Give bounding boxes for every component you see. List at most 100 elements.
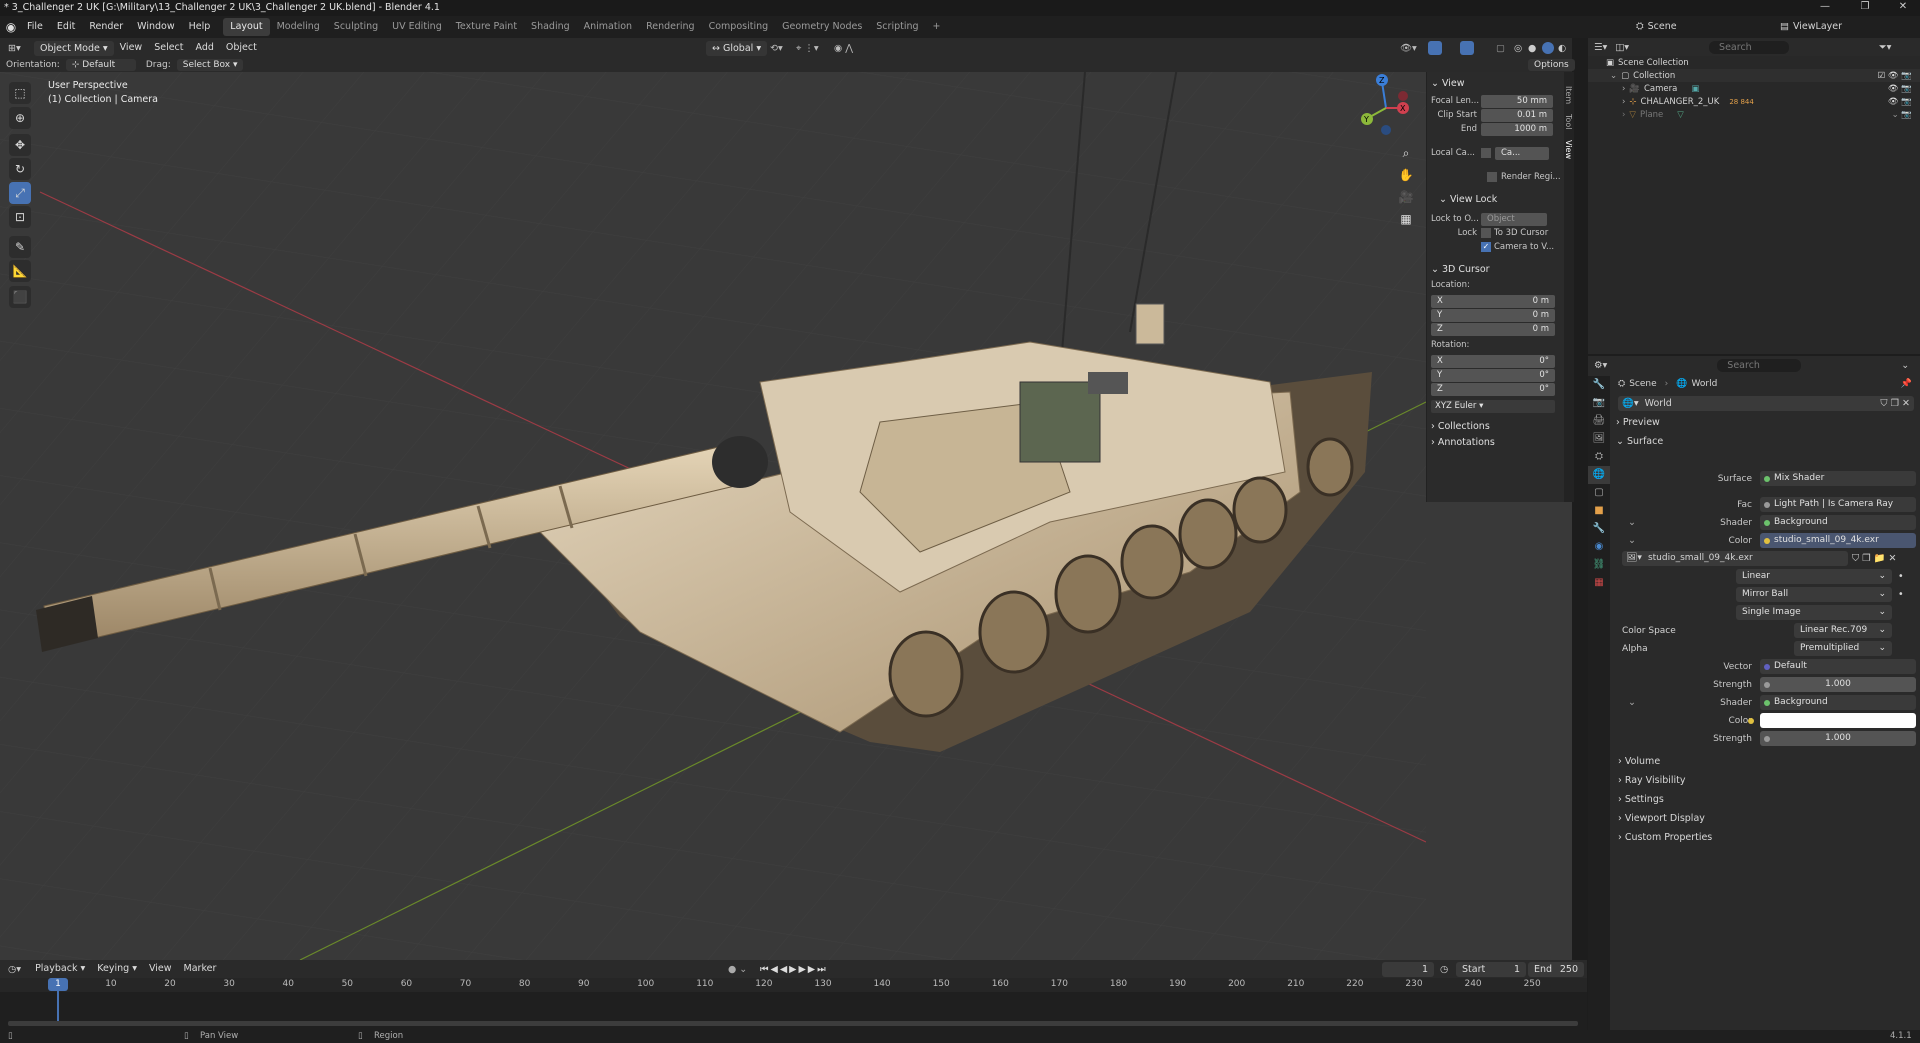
playback-controls[interactable]: ⏮◀◀▶▶▶⏭ xyxy=(760,964,828,975)
custom-properties-panel-header[interactable]: › Custom Properties xyxy=(1612,829,1912,847)
cursor-rot-z-field[interactable]: Z 0° xyxy=(1431,382,1555,396)
pivot-icon[interactable]: ⟲▾ xyxy=(770,43,783,54)
shader2-field[interactable]: Background xyxy=(1760,695,1916,710)
display-mode-icon[interactable]: ◫▾ xyxy=(1615,42,1629,53)
volume-panel-header[interactable]: › Volume xyxy=(1612,753,1912,771)
projection-dropdown[interactable]: Mirror Ball ⌄ xyxy=(1736,587,1892,602)
menu-window[interactable]: Window xyxy=(130,16,181,38)
menu-object[interactable]: Object xyxy=(220,40,263,56)
menu-edit[interactable]: Edit xyxy=(50,16,82,38)
tab-modeling[interactable]: Modeling xyxy=(270,18,327,36)
color-space-dropdown[interactable]: Linear Rec.709 ⌄ xyxy=(1794,623,1892,638)
camera-visibility-icons[interactable]: 👁 📷 xyxy=(1888,84,1912,94)
outliner-item-camera[interactable]: › 🎥 Camera ▣ 👁 📷 xyxy=(1588,82,1920,95)
orientation-dropdown[interactable]: ⊹ Default xyxy=(65,59,136,71)
viewport-canvas[interactable] xyxy=(0,72,1426,960)
world-datablock-actions[interactable]: ⛉ ❐ ✕ xyxy=(1880,398,1910,409)
lock-to-cursor-checkbox[interactable] xyxy=(1481,228,1491,238)
rendered-shading-icon[interactable]: ◐ xyxy=(1558,43,1566,54)
focal-length-field[interactable]: 50 mm xyxy=(1481,94,1553,108)
tab-sculpting[interactable]: Sculpting xyxy=(327,18,385,36)
fac-field[interactable]: Light Path | Is Camera Ray xyxy=(1760,497,1916,512)
constraints-tab-icon[interactable]: ⛓ xyxy=(1588,556,1610,574)
snap-icon[interactable]: ⌖ ⋮▾ xyxy=(796,43,819,54)
3d-cursor-header[interactable]: ⌄ 3D Cursor xyxy=(1427,262,1564,278)
strength2-field[interactable]: 1.000 xyxy=(1760,731,1916,746)
timeline-keying-menu[interactable]: Keying ▾ xyxy=(91,961,143,977)
annotations-section-header[interactable]: › Annotations xyxy=(1427,435,1564,451)
menu-help[interactable]: Help xyxy=(182,16,218,38)
grid-view-icon[interactable]: ▦ xyxy=(1395,208,1417,230)
tab-animation[interactable]: Animation xyxy=(577,18,639,36)
world-datablock-selector[interactable]: 🌐▾ World ⛉ ❐ ✕ xyxy=(1618,396,1914,411)
start-frame-field[interactable]: Start 1 xyxy=(1456,961,1526,977)
scale-tool-icon[interactable]: ⤢ xyxy=(9,182,31,204)
cursor-tool-icon[interactable]: ⊕ xyxy=(9,107,31,129)
options-dropdown[interactable]: Options ▾ xyxy=(1528,59,1575,82)
minimize-button[interactable]: — xyxy=(1812,1,1838,12)
tab-geometry-nodes[interactable]: Geometry Nodes xyxy=(775,18,869,36)
menu-select[interactable]: Select xyxy=(148,40,189,56)
color1-texture-field[interactable]: studio_small_09_4k.exr xyxy=(1760,533,1916,548)
pin-icon[interactable]: 📌 xyxy=(1901,379,1912,389)
solid-shading-icon[interactable]: ● xyxy=(1528,43,1536,54)
move-tool-icon[interactable]: ✥ xyxy=(9,134,31,156)
gizmo-toggle-icon[interactable] xyxy=(1428,41,1442,55)
camera-view-icon[interactable]: 🎥 xyxy=(1395,186,1417,208)
navigation-gizmo[interactable]: Z X Y xyxy=(1356,72,1420,146)
source-dropdown[interactable]: Single Image ⌄ xyxy=(1736,605,1892,620)
close-button[interactable]: ✕ xyxy=(1890,1,1916,12)
3d-viewport[interactable]: User Perspective (1) Collection | Camera… xyxy=(0,72,1572,960)
menu-add[interactable]: Add xyxy=(190,40,220,56)
rotation-mode-dropdown[interactable]: XYZ Euler ▾ xyxy=(1431,399,1555,413)
blender-logo-icon[interactable]: ◉ xyxy=(2,20,20,34)
tab-view[interactable]: View xyxy=(1564,140,1573,159)
overlay-toggle-icon[interactable] xyxy=(1460,41,1474,55)
scene-selector[interactable]: ⛭ Scene xyxy=(1636,17,1718,35)
image-datablock-selector[interactable]: 🖼▾ studio_small_09_4k.exr xyxy=(1622,551,1848,566)
wireframe-shading-icon[interactable]: ◎ xyxy=(1514,43,1522,54)
collection-row[interactable]: ⌄ ▢ Collection ☑ 👁 📷 xyxy=(1588,69,1920,82)
view-lock-header[interactable]: ⌄ View Lock xyxy=(1427,192,1564,208)
cursor-loc-y-field[interactable]: Y 0 m xyxy=(1431,308,1555,322)
mode-dropdown[interactable]: Object Mode ▾ xyxy=(34,40,114,56)
properties-options-icon[interactable]: ⌄ xyxy=(1901,360,1909,371)
tab-item[interactable]: Item xyxy=(1564,86,1573,104)
outliner-search-input[interactable]: Search xyxy=(1709,40,1790,54)
camera-to-view-checkbox[interactable]: ✓ xyxy=(1481,242,1491,252)
transform-tool-icon[interactable]: ⊡ xyxy=(9,206,31,228)
shader2-expand-icon[interactable]: ⌄ xyxy=(1628,695,1636,711)
world-tab-icon[interactable]: 🌐 xyxy=(1588,466,1610,484)
collections-section-header[interactable]: › Collections xyxy=(1427,419,1564,435)
transform-orientation-dropdown[interactable]: ↔ Global ▾ xyxy=(706,40,768,56)
vector-field[interactable]: Default xyxy=(1760,659,1916,674)
tab-compositing[interactable]: Compositing xyxy=(702,18,776,36)
properties-editor-icon[interactable]: ⚙▾ xyxy=(1594,360,1607,371)
tab-tool[interactable]: Tool xyxy=(1564,114,1573,130)
alpha-dropdown[interactable]: Premultiplied ⌄ xyxy=(1794,641,1892,656)
clip-start-field[interactable]: 0.01 m xyxy=(1481,108,1553,122)
physics-tab-icon[interactable]: ◉ xyxy=(1588,538,1610,556)
lock-to-object-field[interactable]: Object xyxy=(1481,212,1547,226)
menu-render[interactable]: Render xyxy=(82,16,130,38)
view-layer-tab-icon[interactable]: 🖼 xyxy=(1588,430,1610,448)
material-shading-icon[interactable] xyxy=(1542,42,1554,54)
current-frame-field[interactable]: 1 xyxy=(1382,961,1434,977)
add-cube-tool-icon[interactable]: ⬛ xyxy=(9,286,31,308)
zoom-icon[interactable]: ⌕ xyxy=(1395,142,1417,164)
cursor-loc-x-field[interactable]: X 0 m xyxy=(1431,294,1555,308)
output-tab-icon[interactable]: 🖨 xyxy=(1588,412,1610,430)
color1-expand-icon[interactable]: ⌄ xyxy=(1628,533,1636,549)
render-region-checkbox[interactable] xyxy=(1487,172,1497,182)
timeline-view-menu[interactable]: View xyxy=(143,961,178,977)
tab-scripting[interactable]: Scripting xyxy=(869,18,925,36)
tab-layout[interactable]: Layout xyxy=(223,18,270,36)
view-section-header[interactable]: ⌄ View xyxy=(1427,76,1564,92)
tank-visibility-icons[interactable]: 👁 📷 xyxy=(1888,97,1912,107)
add-workspace-icon[interactable]: + xyxy=(926,18,948,36)
viewport-display-panel-header[interactable]: › Viewport Display xyxy=(1612,810,1912,828)
maximize-button[interactable]: ❐ xyxy=(1852,1,1878,12)
rotate-tool-icon[interactable]: ↻ xyxy=(9,158,31,180)
texture-tab-icon[interactable]: ▦ xyxy=(1588,574,1610,592)
cursor-rot-y-field[interactable]: Y 0° xyxy=(1431,368,1555,382)
